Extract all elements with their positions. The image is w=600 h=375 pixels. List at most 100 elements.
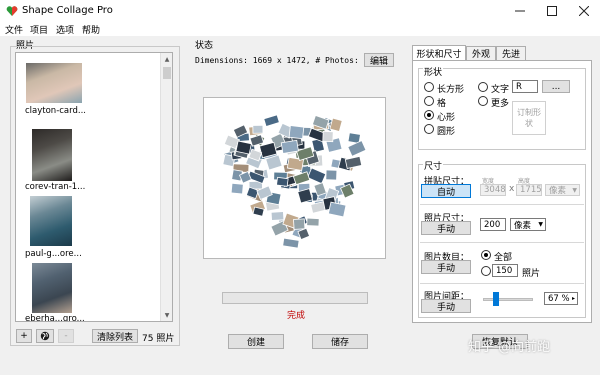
photo-list-scrollbar[interactable]: ▲ ▼ (160, 53, 172, 321)
radio-grid[interactable] (424, 96, 434, 106)
menu-help[interactable]: 帮助 (82, 23, 100, 36)
collage-photo (306, 217, 320, 227)
create-button[interactable]: 创建 (228, 334, 284, 349)
photo-count-unit: 照片 (522, 269, 541, 279)
collage-width-value: 3048 (484, 185, 506, 195)
collage-photo (235, 140, 252, 155)
collage-height-input[interactable]: 1715 (516, 184, 542, 196)
collage-photo (347, 140, 367, 157)
photo-thumbnail[interactable] (32, 129, 72, 181)
photo-size-input[interactable]: 200 (480, 218, 506, 231)
spacing-percent-value: 67 % (548, 293, 570, 304)
close-icon (579, 6, 589, 16)
shape-text-value: R (516, 81, 522, 92)
radio-circle[interactable] (424, 124, 434, 134)
globe-icon (40, 331, 50, 341)
radio-heart[interactable] (424, 110, 434, 120)
collage-photo (252, 124, 264, 134)
collage-photo (327, 201, 347, 218)
photo-thumbnail[interactable] (32, 263, 72, 313)
spacing-slider-thumb[interactable] (493, 292, 499, 306)
divider (420, 204, 584, 205)
collage-preview (203, 97, 386, 259)
radio-text[interactable] (478, 82, 488, 92)
status-text: 完成 (287, 311, 306, 321)
collage-unit-select[interactable]: 像素 ▼ (545, 184, 580, 196)
tab-shape-size[interactable]: 形状和尺寸 (412, 45, 466, 61)
all-photos-label: 全部 (494, 253, 513, 263)
collage-photo (280, 139, 299, 154)
divider (420, 283, 584, 284)
option-label: 心形 (437, 113, 456, 123)
tab-appearance[interactable]: 外观 (466, 46, 496, 60)
remove-photo-button[interactable]: - (58, 329, 74, 343)
status-panel-label: 状态 (195, 41, 214, 51)
add-web-photo-button[interactable] (36, 329, 54, 343)
option-label: 圆形 (437, 127, 456, 137)
collage-width-input[interactable]: 3048 (480, 184, 506, 196)
edit-button[interactable]: 编辑 (364, 53, 394, 67)
save-button[interactable]: 储存 (312, 334, 368, 349)
shape-group-label: 形状 (423, 65, 444, 78)
photo-caption: paul-g...ore... (25, 249, 82, 259)
collage-photo (292, 171, 311, 186)
collage-size-auto-button[interactable]: 自动 (421, 184, 471, 198)
progress-bar (222, 292, 368, 304)
chevron-down-icon: ▼ (572, 186, 577, 194)
photo-caption: eberha...gro... (25, 314, 85, 322)
scroll-down-icon[interactable]: ▼ (161, 309, 172, 321)
photo-count-manual-button[interactable]: 手动 (421, 260, 471, 274)
scroll-thumb[interactable] (163, 67, 171, 79)
shape-text-input[interactable]: R (512, 80, 538, 93)
photo-thumbnail[interactable] (26, 63, 82, 103)
collage-photo (282, 237, 300, 249)
radio-rectangle[interactable] (424, 82, 434, 92)
collage-photo (276, 176, 289, 187)
close-button[interactable] (568, 0, 600, 22)
photo-unit-select[interactable]: 像素 ▼ (510, 218, 546, 231)
photo-size-value: 200 (484, 219, 501, 230)
title-bar: Shape Collage Pro (0, 0, 600, 22)
photo-thumbnail[interactable] (30, 196, 72, 246)
radio-more[interactable] (478, 96, 488, 106)
maximize-button[interactable] (536, 0, 568, 22)
custom-shape-button[interactable]: 订制形状 (512, 101, 546, 135)
collage-unit-value: 像素 (549, 186, 567, 196)
watermark: 知乎 @向前跑 (468, 340, 551, 355)
spacing-slider[interactable] (483, 298, 533, 301)
tab-advanced[interactable]: 先进 (496, 46, 526, 60)
photo-caption: corev-tran-1... (25, 182, 86, 192)
minimize-button[interactable] (504, 0, 536, 22)
add-photo-button[interactable]: + (16, 329, 32, 343)
photo-size-manual-button[interactable]: 手动 (421, 221, 471, 235)
spacing-manual-button[interactable]: 手动 (421, 299, 471, 313)
photo-unit-value: 像素 (514, 220, 532, 231)
clear-list-button[interactable]: 清除列表 (92, 329, 138, 343)
menu-file[interactable]: 文件 (5, 23, 23, 36)
divider (420, 242, 584, 243)
window-title: Shape Collage Pro (22, 5, 113, 16)
photo-count-input[interactable]: 150 (492, 264, 518, 277)
times-label: x (509, 184, 515, 194)
minimize-icon (515, 10, 525, 12)
menu-options[interactable]: 选项 (56, 23, 74, 36)
maximize-icon (547, 6, 557, 16)
option-label: 长方形 (437, 85, 465, 95)
menu-bar: 文件 项目 选项 帮助 (0, 22, 600, 36)
font-options-button[interactable]: ... (542, 80, 570, 93)
collage-photo (293, 218, 306, 230)
spacing-percent-input[interactable]: 67 % ▸ (544, 292, 578, 305)
progress-fill (223, 293, 367, 303)
radio-all-photos[interactable] (481, 250, 491, 260)
collage-photo (270, 211, 285, 221)
option-label: 格 (437, 99, 447, 109)
collage-photo (230, 182, 244, 195)
radio-photo-count[interactable] (481, 266, 491, 276)
photo-list[interactable]: clayton-card... corev-tran-1... paul-g..… (15, 52, 173, 322)
scroll-up-icon[interactable]: ▲ (161, 53, 172, 65)
photo-count-value: 150 (496, 265, 513, 276)
photo-caption: clayton-card... (25, 106, 86, 116)
collage-photo (307, 167, 327, 185)
menu-project[interactable]: 项目 (30, 23, 48, 36)
collage-photo (263, 114, 280, 127)
